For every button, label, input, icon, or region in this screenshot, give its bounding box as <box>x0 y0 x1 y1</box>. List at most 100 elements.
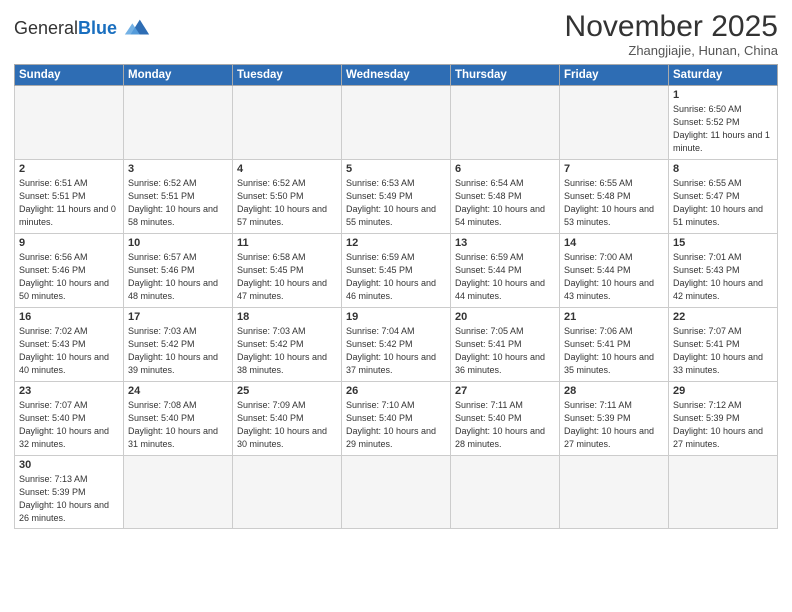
calendar-cell: 14 Sunrise: 7:00 AM Sunset: 5:44 PM Dayli… <box>560 234 669 308</box>
calendar-cell: 5Sunrise: 6:53 AM Sunset: 5:49 PM Daylig… <box>342 160 451 234</box>
day-number: 2 <box>19 163 119 175</box>
calendar-cell <box>451 86 560 160</box>
day-info: Sunrise: 6:56 AM Sunset: 5:46 PM Dayligh… <box>19 251 119 303</box>
day-info: Sunrise: 7:05 AM Sunset: 5:41 PM Dayligh… <box>455 325 555 377</box>
title-block: November 2025 Zhangjiajie, Hunan, China <box>565 10 778 58</box>
page: GeneralBlue November 2025 Zhangjiajie, H… <box>0 0 792 612</box>
calendar-cell <box>342 86 451 160</box>
calendar-cell: 6Sunrise: 6:54 AM Sunset: 5:48 PM Daylig… <box>451 160 560 234</box>
weekday-header-wednesday: Wednesday <box>342 65 451 86</box>
day-number: 10 <box>128 237 228 249</box>
calendar-cell: 30 Sunrise: 7:13 AM Sunset: 5:39 PM Dayli… <box>15 456 124 529</box>
day-number: 12 <box>346 237 446 249</box>
day-number: 4 <box>237 163 337 175</box>
calendar-cell <box>560 456 669 529</box>
day-info: Sunrise: 6:58 AM Sunset: 5:45 PM Dayligh… <box>237 251 337 303</box>
day-info: Sunrise: 7:11 AM Sunset: 5:40 PM Dayligh… <box>455 399 555 451</box>
day-info: Sunrise: 7:13 AM Sunset: 5:39 PM Dayligh… <box>19 473 119 525</box>
calendar-week-row: 9 Sunrise: 6:56 AM Sunset: 5:46 PM Daylig… <box>15 234 778 308</box>
day-info: Sunrise: 7:08 AM Sunset: 5:40 PM Dayligh… <box>128 399 228 451</box>
day-info: Sunrise: 7:04 AM Sunset: 5:42 PM Dayligh… <box>346 325 446 377</box>
day-info: Sunrise: 7:12 AM Sunset: 5:39 PM Dayligh… <box>673 399 773 451</box>
weekday-header-friday: Friday <box>560 65 669 86</box>
day-info: Sunrise: 7:03 AM Sunset: 5:42 PM Dayligh… <box>237 325 337 377</box>
calendar-week-row: 1 Sunrise: 6:50 AM Sunset: 5:52 PM Daylig… <box>15 86 778 160</box>
calendar-cell: 21 Sunrise: 7:06 AM Sunset: 5:41 PM Dayli… <box>560 308 669 382</box>
day-number: 9 <box>19 237 119 249</box>
day-info: Sunrise: 6:55 AM Sunset: 5:47 PM Dayligh… <box>673 177 773 229</box>
calendar-cell: 11 Sunrise: 6:58 AM Sunset: 5:45 PM Dayli… <box>233 234 342 308</box>
calendar-cell <box>451 456 560 529</box>
day-info: Sunrise: 6:51 AM Sunset: 5:51 PM Dayligh… <box>19 177 119 229</box>
weekday-header-thursday: Thursday <box>451 65 560 86</box>
day-info: Sunrise: 6:59 AM Sunset: 5:44 PM Dayligh… <box>455 251 555 303</box>
logo-icon <box>123 14 151 42</box>
day-info: Sunrise: 6:57 AM Sunset: 5:46 PM Dayligh… <box>128 251 228 303</box>
day-number: 18 <box>237 311 337 323</box>
day-info: Sunrise: 7:10 AM Sunset: 5:40 PM Dayligh… <box>346 399 446 451</box>
day-info: Sunrise: 7:02 AM Sunset: 5:43 PM Dayligh… <box>19 325 119 377</box>
day-number: 14 <box>564 237 664 249</box>
calendar-week-row: 16 Sunrise: 7:02 AM Sunset: 5:43 PM Dayli… <box>15 308 778 382</box>
calendar-cell <box>342 456 451 529</box>
day-number: 30 <box>19 459 119 471</box>
calendar-cell: 29 Sunrise: 7:12 AM Sunset: 5:39 PM Dayli… <box>669 382 778 456</box>
calendar-cell: 25 Sunrise: 7:09 AM Sunset: 5:40 PM Dayli… <box>233 382 342 456</box>
calendar-cell: 7Sunrise: 6:55 AM Sunset: 5:48 PM Daylig… <box>560 160 669 234</box>
day-number: 26 <box>346 385 446 397</box>
calendar-cell: 13 Sunrise: 6:59 AM Sunset: 5:44 PM Dayli… <box>451 234 560 308</box>
day-number: 28 <box>564 385 664 397</box>
day-info: Sunrise: 7:00 AM Sunset: 5:44 PM Dayligh… <box>564 251 664 303</box>
day-info: Sunrise: 6:54 AM Sunset: 5:48 PM Dayligh… <box>455 177 555 229</box>
calendar-cell: 2 Sunrise: 6:51 AM Sunset: 5:51 PM Daylig… <box>15 160 124 234</box>
weekday-header-saturday: Saturday <box>669 65 778 86</box>
calendar-cell: 3 Sunrise: 6:52 AM Sunset: 5:51 PM Daylig… <box>124 160 233 234</box>
calendar-cell: 19 Sunrise: 7:04 AM Sunset: 5:42 PM Dayli… <box>342 308 451 382</box>
day-number: 22 <box>673 311 773 323</box>
calendar-cell: 26 Sunrise: 7:10 AM Sunset: 5:40 PM Dayli… <box>342 382 451 456</box>
day-number: 19 <box>346 311 446 323</box>
location-subtitle: Zhangjiajie, Hunan, China <box>565 43 778 58</box>
calendar-cell <box>669 456 778 529</box>
calendar-week-row: 2 Sunrise: 6:51 AM Sunset: 5:51 PM Daylig… <box>15 160 778 234</box>
calendar-cell: 16 Sunrise: 7:02 AM Sunset: 5:43 PM Dayli… <box>15 308 124 382</box>
day-info: Sunrise: 6:59 AM Sunset: 5:45 PM Dayligh… <box>346 251 446 303</box>
day-number: 23 <box>19 385 119 397</box>
weekday-header-sunday: Sunday <box>15 65 124 86</box>
day-number: 13 <box>455 237 555 249</box>
day-info: Sunrise: 7:06 AM Sunset: 5:41 PM Dayligh… <box>564 325 664 377</box>
day-number: 17 <box>128 311 228 323</box>
calendar-cell: 10 Sunrise: 6:57 AM Sunset: 5:46 PM Dayli… <box>124 234 233 308</box>
day-number: 29 <box>673 385 773 397</box>
calendar-cell: 8 Sunrise: 6:55 AM Sunset: 5:47 PM Daylig… <box>669 160 778 234</box>
month-title: November 2025 <box>565 10 778 43</box>
day-number: 1 <box>673 89 773 101</box>
calendar-cell: 9 Sunrise: 6:56 AM Sunset: 5:46 PM Daylig… <box>15 234 124 308</box>
calendar-cell <box>15 86 124 160</box>
calendar-cell: 28 Sunrise: 7:11 AM Sunset: 5:39 PM Dayli… <box>560 382 669 456</box>
weekday-header-monday: Monday <box>124 65 233 86</box>
calendar-week-row: 23Sunrise: 7:07 AM Sunset: 5:40 PM Dayli… <box>15 382 778 456</box>
day-number: 25 <box>237 385 337 397</box>
calendar-cell <box>233 86 342 160</box>
calendar-cell: 22 Sunrise: 7:07 AM Sunset: 5:41 PM Dayli… <box>669 308 778 382</box>
day-info: Sunrise: 7:09 AM Sunset: 5:40 PM Dayligh… <box>237 399 337 451</box>
logo: GeneralBlue <box>14 14 151 42</box>
day-number: 3 <box>128 163 228 175</box>
day-number: 16 <box>19 311 119 323</box>
day-number: 27 <box>455 385 555 397</box>
weekday-header-tuesday: Tuesday <box>233 65 342 86</box>
day-info: Sunrise: 7:07 AM Sunset: 5:41 PM Dayligh… <box>673 325 773 377</box>
day-number: 21 <box>564 311 664 323</box>
calendar-cell: 23Sunrise: 7:07 AM Sunset: 5:40 PM Dayli… <box>15 382 124 456</box>
calendar-table: SundayMondayTuesdayWednesdayThursdayFrid… <box>14 64 778 529</box>
day-info: Sunrise: 7:11 AM Sunset: 5:39 PM Dayligh… <box>564 399 664 451</box>
calendar-week-row: 30 Sunrise: 7:13 AM Sunset: 5:39 PM Dayli… <box>15 456 778 529</box>
day-number: 8 <box>673 163 773 175</box>
day-number: 11 <box>237 237 337 249</box>
calendar-cell: 12 Sunrise: 6:59 AM Sunset: 5:45 PM Dayli… <box>342 234 451 308</box>
day-info: Sunrise: 6:55 AM Sunset: 5:48 PM Dayligh… <box>564 177 664 229</box>
day-info: Sunrise: 6:52 AM Sunset: 5:51 PM Dayligh… <box>128 177 228 229</box>
calendar-cell <box>124 86 233 160</box>
day-info: Sunrise: 6:50 AM Sunset: 5:52 PM Dayligh… <box>673 103 773 155</box>
